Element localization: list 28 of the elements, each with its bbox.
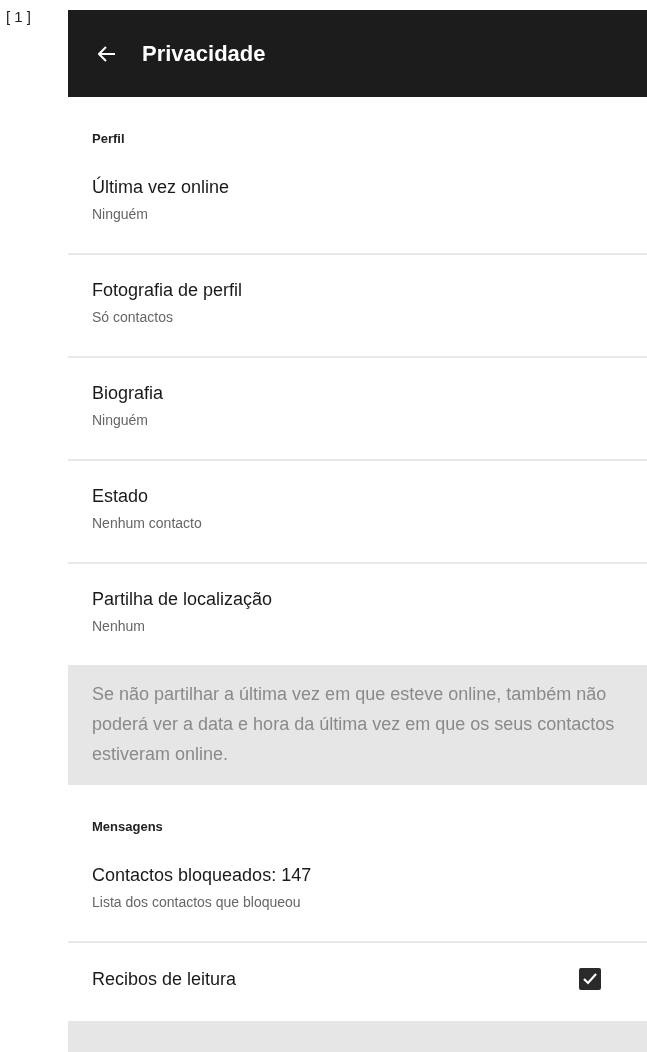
section-title: Perfil — [91, 130, 126, 148]
settings-row[interactable]: Fotografia de perfil Só contactos — [68, 255, 647, 358]
figure-label: [ 1 ] — [5, 8, 31, 25]
settings-row[interactable]: Última vez online Ninguém — [68, 152, 647, 255]
setting-title: Partilha de localização — [92, 589, 273, 610]
setting-value: Nenhum contacto — [92, 515, 202, 531]
setting-title: Biografia — [92, 383, 164, 404]
setting-title: Estado — [92, 486, 150, 507]
settings-row[interactable]: Partilha de localização Nenhum — [68, 564, 647, 665]
checkbox[interactable] — [579, 968, 601, 990]
info-note: Se não partilhar a última vez em que esteve online, também não poderá ver a data e hora da última vez em que os seus contactos estiveram online. — [68, 665, 647, 785]
settings-row[interactable]: Contactos bloqueados: 147 Lista dos contactos que bloqueou — [68, 840, 647, 943]
section-title: Mensagens — [91, 818, 164, 836]
setting-value: Ninguém — [92, 412, 150, 428]
screen-title: Privacidade — [142, 40, 266, 67]
setting-title: Fotografia de perfil — [92, 280, 243, 301]
back-icon[interactable] — [98, 45, 116, 62]
setting-value: Só contactos — [92, 309, 174, 325]
setting-title: Contactos bloqueados: 147 — [92, 865, 312, 886]
check-icon — [583, 973, 597, 985]
setting-value: Nenhum — [92, 618, 146, 634]
setting-value: Lista dos contactos que bloqueou — [92, 894, 302, 910]
setting-title: Recibos de leitura — [92, 968, 237, 990]
settings-row[interactable]: Biografia Ninguém — [68, 358, 647, 461]
settings-row[interactable]: Estado Nenhum contacto — [68, 461, 647, 564]
setting-title: Última vez online — [92, 177, 230, 198]
settings-row[interactable]: Recibos de leitura — [68, 943, 647, 1021]
setting-value: Ninguém — [92, 206, 150, 222]
